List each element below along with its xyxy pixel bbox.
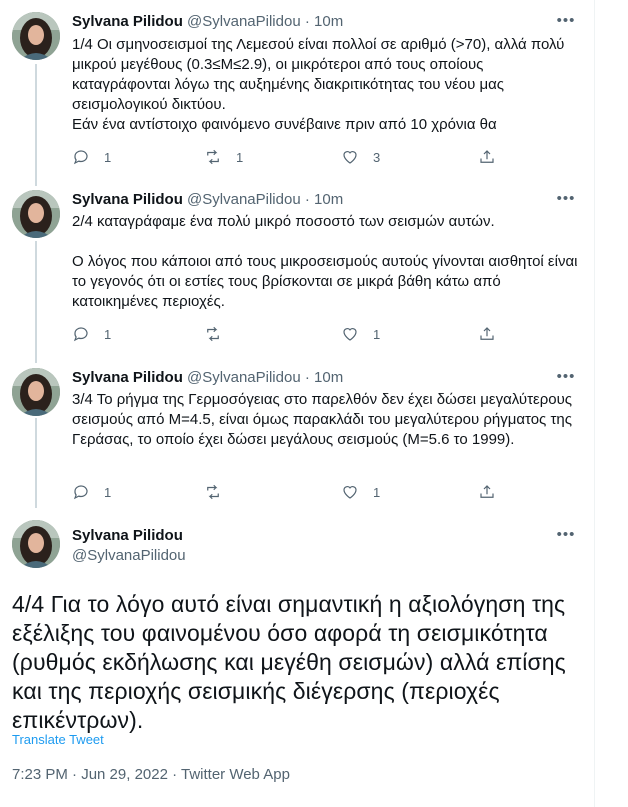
- reply-count: 1: [104, 326, 112, 342]
- like-button[interactable]: 3: [341, 147, 380, 167]
- avatar[interactable]: [12, 190, 60, 238]
- author-name[interactable]: Sylvana Pilidou: [72, 526, 183, 546]
- author-handle[interactable]: @SylvanaPilidou: [187, 13, 301, 30]
- avatar-image: [12, 520, 60, 568]
- like-count: 1: [373, 484, 381, 500]
- author-handle[interactable]: @SylvanaPilidou: [187, 191, 301, 208]
- more-icon[interactable]: •••: [556, 13, 576, 34]
- more-icon[interactable]: •••: [556, 191, 576, 212]
- column-border: [594, 0, 595, 807]
- tweet-paragraph: 3/4 Το ρήγμα της Γερμοσόγειας στο παρελθ…: [72, 391, 573, 448]
- tweet-time[interactable]: 10m: [314, 191, 343, 208]
- share-button[interactable]: [478, 147, 496, 167]
- retweet-icon: [207, 484, 219, 500]
- translate-tweet-link[interactable]: Translate Tweet: [12, 732, 104, 747]
- like-count: 1: [373, 326, 381, 342]
- tweet-actions: 1 1 3: [72, 147, 512, 167]
- share-icon: [480, 150, 494, 163]
- reply-icon: [73, 485, 88, 500]
- reply-count: 1: [104, 484, 112, 500]
- author-handle[interactable]: @SylvanaPilidou: [187, 369, 301, 386]
- retweet-icon: [207, 149, 219, 165]
- avatar[interactable]: [12, 520, 60, 568]
- like-button[interactable]: 1: [341, 324, 380, 344]
- like-icon: [343, 328, 357, 341]
- tweet-time[interactable]: 10m: [314, 369, 343, 386]
- retweet-button[interactable]: [204, 482, 236, 502]
- tweet-time[interactable]: 10m: [314, 13, 343, 30]
- like-icon: [343, 151, 357, 164]
- tweet-header: Sylvana Pilidou @SylvanaPilidou · 10m: [72, 13, 344, 30]
- avatar-image: [12, 368, 60, 416]
- retweet-button[interactable]: [204, 324, 236, 344]
- retweet-button[interactable]: 1: [204, 147, 243, 167]
- reply-count: 1: [104, 149, 112, 165]
- tweet-header: Sylvana Pilidou @SylvanaPilidou · 10m: [72, 369, 344, 386]
- reply-button[interactable]: 1: [72, 482, 111, 502]
- author-handle[interactable]: @SylvanaPilidou: [72, 546, 186, 566]
- tweet[interactable]: Sylvana Pilidou @SylvanaPilidou · 10m ••…: [0, 0, 594, 180]
- tweet-text: 1/4 Οι σμηνοσεισμοί της Λεμεσού είναι πο…: [72, 35, 582, 135]
- tweet-paragraph: Ο λόγος που κάποιοι από τους μικροσεισμο…: [72, 253, 578, 310]
- reply-button[interactable]: 1: [72, 324, 111, 344]
- share-button[interactable]: [478, 324, 496, 344]
- like-icon: [343, 486, 357, 499]
- author-name[interactable]: Sylvana Pilidou: [72, 369, 183, 386]
- like-count: 3: [373, 149, 381, 165]
- author-name[interactable]: Sylvana Pilidou: [72, 191, 183, 208]
- main-tweet[interactable]: Sylvana Pilidou @SylvanaPilidou ••• 4/4 …: [0, 510, 594, 807]
- tweet-actions: 1 1: [72, 482, 512, 502]
- avatar-image: [12, 12, 60, 60]
- share-icon: [480, 485, 494, 498]
- author-name[interactable]: Sylvana Pilidou: [72, 13, 183, 30]
- tweet-paragraph: 2/4 καταγράφαμε ένα πολύ μικρό ποσοστό τ…: [72, 213, 495, 230]
- tweet[interactable]: Sylvana Pilidou @SylvanaPilidou · 10m ••…: [0, 358, 594, 510]
- more-icon[interactable]: •••: [556, 527, 576, 548]
- retweet-icon: [207, 326, 219, 342]
- tweet-text: 2/4 καταγράφαμε ένα πολύ μικρό ποσοστό τ…: [72, 212, 582, 312]
- avatar-image: [12, 190, 60, 238]
- tweet-header: Sylvana Pilidou @SylvanaPilidou · 10m: [72, 191, 344, 208]
- tweet[interactable]: Sylvana Pilidou @SylvanaPilidou · 10m ••…: [0, 180, 594, 358]
- tweet-paragraph: 1/4 Οι σμηνοσεισμοί της Λεμεσού είναι πο…: [72, 36, 565, 133]
- tweet-text: 3/4 Το ρήγμα της Γερμοσόγειας στο παρελθ…: [72, 390, 582, 450]
- share-button[interactable]: [478, 482, 496, 502]
- like-button[interactable]: 1: [341, 482, 380, 502]
- tweet-metadata[interactable]: 7:23 PM · Jun 29, 2022 · Twitter Web App: [12, 766, 290, 783]
- main-tweet-text: 4/4 Για το λόγο αυτό είναι σημαντική η α…: [12, 591, 566, 733]
- retweet-count: 1: [236, 149, 244, 165]
- avatar[interactable]: [12, 12, 60, 60]
- more-icon[interactable]: •••: [556, 369, 576, 390]
- reply-icon: [73, 150, 88, 165]
- reply-icon: [73, 327, 88, 342]
- share-icon: [480, 327, 494, 340]
- avatar[interactable]: [12, 368, 60, 416]
- reply-button[interactable]: 1: [72, 147, 111, 167]
- tweet-actions: 1 1: [72, 324, 512, 344]
